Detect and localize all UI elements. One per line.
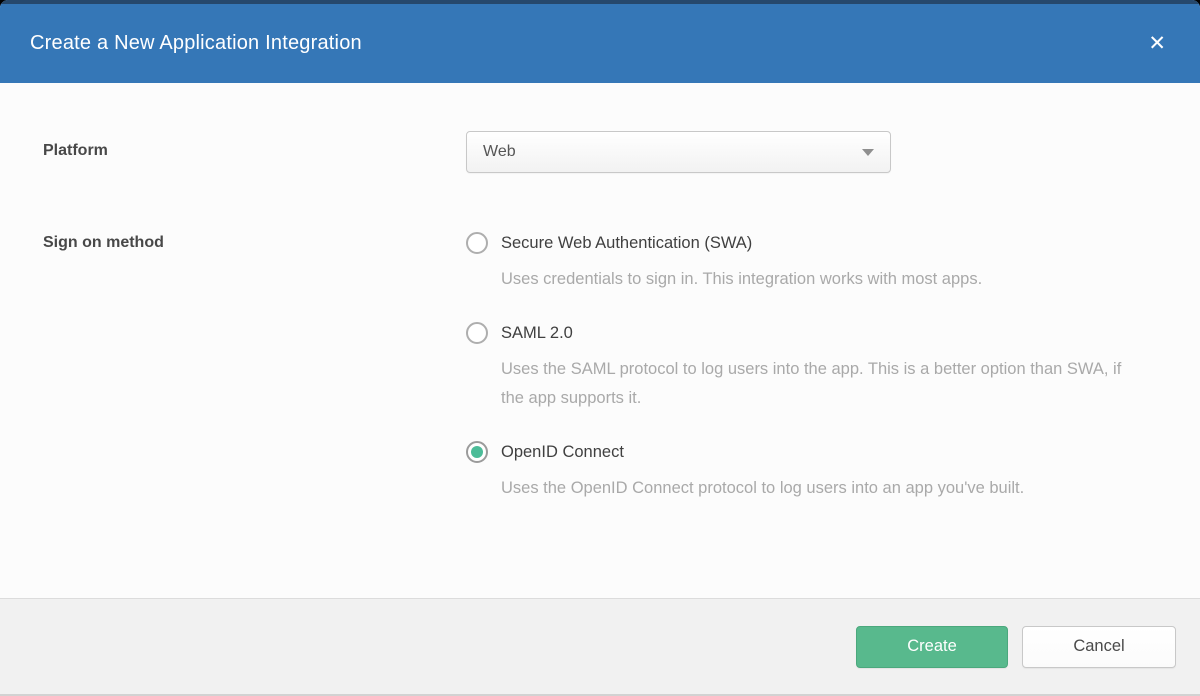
chevron-down-icon [862, 149, 874, 156]
radio-circle-icon[interactable] [466, 232, 488, 254]
radio-description: Uses credentials to sign in. This integr… [501, 265, 1146, 294]
create-app-integration-modal: Create a New Application Integration ✕ P… [0, 0, 1200, 696]
sign-on-method-label: Sign on method [43, 232, 466, 252]
close-icon[interactable]: ✕ [1142, 29, 1172, 58]
modal-footer: Create Cancel [0, 598, 1200, 696]
platform-select[interactable]: Web [466, 131, 891, 173]
radio-description: Uses the OpenID Connect protocol to log … [501, 474, 1146, 503]
radio-option-swa: Secure Web Authentication (SWA) Uses cre… [466, 232, 1170, 294]
platform-label: Platform [43, 131, 466, 160]
sign-on-method-row: Sign on method Secure Web Authentication… [43, 232, 1170, 503]
radio-option-saml: SAML 2.0 Uses the SAML protocol to log u… [466, 322, 1170, 413]
radio-label: Secure Web Authentication (SWA) [501, 234, 752, 253]
radio-option-oidc: OpenID Connect Uses the OpenID Connect p… [466, 441, 1170, 503]
radio-saml[interactable]: SAML 2.0 [466, 322, 1170, 344]
radio-circle-icon[interactable] [466, 441, 488, 463]
create-button[interactable]: Create [856, 626, 1008, 668]
radio-label: SAML 2.0 [501, 324, 573, 343]
modal-title: Create a New Application Integration [30, 32, 1142, 55]
radio-swa[interactable]: Secure Web Authentication (SWA) [466, 232, 1170, 254]
radio-label: OpenID Connect [501, 443, 624, 462]
radio-circle-icon[interactable] [466, 322, 488, 344]
modal-body: Platform Web Sign on method Secure Web A… [0, 83, 1200, 598]
platform-select-value: Web [483, 143, 862, 161]
cancel-button[interactable]: Cancel [1022, 626, 1176, 668]
radio-openid-connect[interactable]: OpenID Connect [466, 441, 1170, 463]
modal-header: Create a New Application Integration ✕ [0, 0, 1200, 83]
platform-row: Platform Web [43, 131, 1170, 173]
radio-description: Uses the SAML protocol to log users into… [501, 355, 1146, 413]
